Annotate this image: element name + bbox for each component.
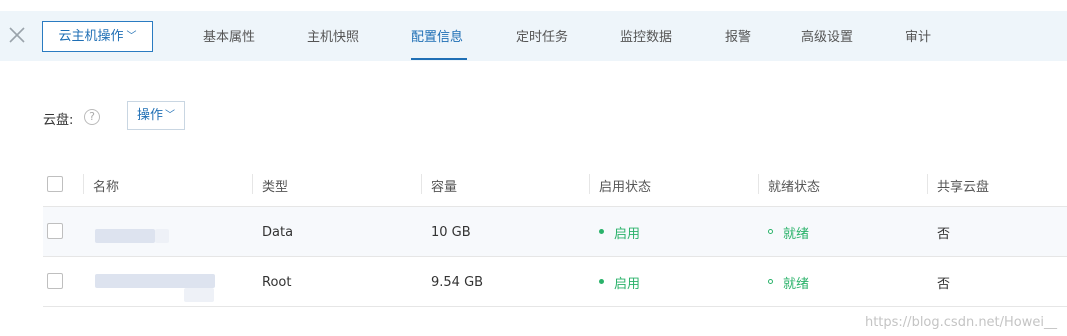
enable-state: 启用 — [614, 227, 641, 242]
tab-advanced-settings[interactable]: 高级设置 — [801, 26, 853, 45]
disk-operations-label: 操作 — [136, 108, 163, 123]
ready-state: 就绪 — [783, 277, 810, 292]
column-header-name: 名称 — [93, 180, 120, 195]
row-checkbox[interactable] — [47, 273, 63, 289]
column-divider — [589, 174, 590, 194]
tab-basic-properties[interactable]: 基本属性 — [203, 26, 255, 45]
column-header-shared-disk: 共享云盘 — [937, 180, 990, 195]
shared-disk: 否 — [937, 277, 951, 292]
enable-state: 启用 — [614, 277, 641, 292]
disks-section-label: 云盘: — [43, 113, 74, 128]
redacted-name-fade — [184, 288, 214, 302]
tab-configuration[interactable]: 配置信息 — [411, 26, 463, 45]
table-row[interactable] — [43, 207, 1067, 256]
tab-host-snapshots[interactable]: 主机快照 — [307, 26, 359, 45]
column-header-type: 类型 — [262, 180, 289, 195]
tab-alarms[interactable]: 报警 — [725, 26, 751, 45]
filled-dot-icon — [599, 279, 604, 284]
chevron-down-icon: ﹀ — [165, 110, 175, 121]
column-divider — [252, 174, 253, 194]
tab-monitoring[interactable]: 监控数据 — [620, 26, 672, 45]
row-divider — [43, 306, 1067, 307]
shared-disk: 否 — [937, 227, 951, 242]
vm-actions-dropdown[interactable]: 云主机操作 ﹀ — [42, 21, 153, 52]
filled-dot-icon — [599, 229, 604, 234]
vm-actions-label: 云主机操作 — [58, 29, 124, 44]
column-divider — [83, 174, 84, 194]
disk-operations-dropdown[interactable]: 操作 ﹀ — [127, 101, 185, 130]
column-header-capacity: 容量 — [431, 180, 458, 195]
column-divider — [927, 174, 928, 194]
column-divider — [758, 174, 759, 194]
close-icon[interactable] — [8, 26, 26, 44]
help-icon[interactable]: ? — [84, 109, 100, 125]
redacted-name-fade — [155, 229, 169, 243]
disk-capacity: 9.54 GB — [431, 275, 484, 290]
column-divider — [421, 174, 422, 194]
disk-type: Root — [262, 275, 292, 290]
tab-scheduled-tasks[interactable]: 定时任务 — [516, 26, 568, 45]
disk-capacity: 10 GB — [431, 225, 471, 240]
disk-type: Data — [262, 225, 294, 240]
tab-audit[interactable]: 审计 — [905, 26, 931, 45]
hollow-dot-icon — [768, 229, 773, 234]
ready-state: 就绪 — [783, 227, 810, 242]
row-checkbox[interactable] — [47, 223, 63, 239]
column-header-ready-state: 就绪状态 — [768, 180, 821, 195]
watermark: https://blog.csdn.net/Howei__ — [864, 315, 1057, 330]
redacted-name[interactable] — [95, 274, 215, 288]
column-header-enable-state: 启用状态 — [599, 180, 652, 195]
hollow-dot-icon — [768, 279, 773, 284]
chevron-down-icon: ﹀ — [126, 31, 137, 42]
redacted-name[interactable] — [95, 229, 155, 243]
select-all-checkbox[interactable] — [47, 176, 63, 192]
active-tab-indicator — [411, 58, 467, 60]
